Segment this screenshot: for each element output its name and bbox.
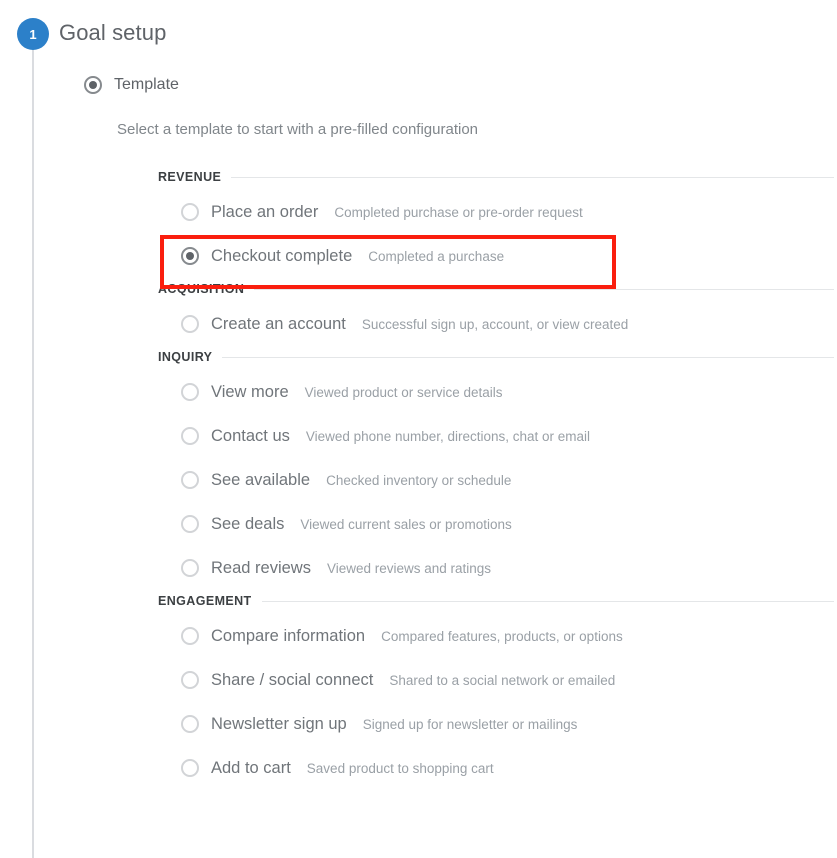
page-title: Goal setup — [59, 20, 167, 45]
template-option-row[interactable]: Checkout complete Completed a purchase — [158, 234, 834, 289]
radio-unchecked-icon[interactable] — [181, 383, 199, 401]
template-option-name: Compare information — [211, 626, 366, 645]
group-options: Compare information Compared features, pr… — [158, 614, 834, 790]
template-option-name: See available — [211, 470, 311, 489]
template-option-name: Share / social connect — [211, 670, 374, 689]
template-group: ENGAGEMENT Compare information Compared fe… — [158, 590, 834, 790]
template-option-description: Checked inventory or schedule — [326, 472, 512, 488]
template-option-name: Create an account — [211, 314, 346, 333]
template-option-name: See deals — [211, 514, 285, 533]
group-header: ENGAGEMENT — [158, 590, 834, 612]
radio-checked-icon[interactable] — [181, 247, 199, 265]
template-option-row[interactable]: View more Viewed product or service detai… — [158, 370, 834, 414]
template-option-row[interactable]: Contact us Viewed phone number, direction… — [158, 414, 834, 458]
template-group: INQUIRY View more Viewed product or servic… — [158, 346, 834, 590]
template-option-name: Place an order — [211, 202, 319, 221]
radio-unchecked-icon[interactable] — [181, 759, 199, 777]
template-group: ACQUISITION Create an account Successful s… — [158, 278, 834, 346]
template-radio-icon[interactable] — [84, 76, 102, 94]
group-divider — [254, 288, 834, 290]
radio-unchecked-icon[interactable] — [181, 715, 199, 733]
radio-unchecked-icon[interactable] — [181, 559, 199, 577]
goal-setup-panel: 1 Goal setup Template Select a template … — [0, 0, 837, 858]
template-radio-label: Template — [114, 76, 179, 93]
group-header: REVENUE — [158, 166, 834, 188]
template-option-description: Compared features, products, or options — [381, 628, 623, 644]
template-option-description: Shared to a social network or emailed — [389, 672, 616, 688]
template-group: REVENUE Place an order Completed purchase … — [158, 166, 834, 289]
radio-unchecked-icon[interactable] — [181, 203, 199, 221]
radio-unchecked-icon[interactable] — [181, 427, 199, 445]
template-option-row[interactable]: Compare information Compared features, pr… — [158, 614, 834, 658]
group-divider — [231, 176, 834, 178]
template-option-name: Newsletter sign up — [211, 714, 347, 733]
step-connector-line — [32, 44, 34, 858]
group-header: INQUIRY — [158, 346, 834, 368]
template-option-row[interactable]: Create an account Successful sign up, acc… — [158, 302, 834, 346]
template-option-name: Read reviews — [211, 558, 311, 577]
template-option-description: Viewed current sales or promotions — [300, 516, 512, 532]
template-option-row[interactable]: Read reviews Viewed reviews and ratings — [158, 546, 834, 590]
template-option-row[interactable]: Share / social connect Shared to a social… — [158, 658, 834, 702]
group-divider — [261, 600, 834, 602]
template-option-name: Contact us — [211, 426, 290, 445]
template-option-name: Add to cart — [211, 758, 291, 777]
template-option-description: Viewed phone number, directions, chat or… — [305, 428, 591, 444]
group-title: ENGAGEMENT — [158, 594, 252, 608]
group-title: ACQUISITION — [158, 282, 245, 296]
template-subtitle: Select a template to start with a pre-fi… — [117, 121, 479, 138]
radio-unchecked-icon[interactable] — [181, 471, 199, 489]
template-radio-row[interactable]: Template — [84, 76, 179, 94]
group-header: ACQUISITION — [158, 278, 834, 300]
template-group-list: REVENUE Place an order Completed purchase … — [158, 166, 834, 790]
template-option-row[interactable]: Place an order Completed purchase or pre-… — [158, 190, 834, 234]
group-title: REVENUE — [158, 170, 222, 184]
group-title: INQUIRY — [158, 350, 213, 364]
template-option-description: Signed up for newsletter or mailings — [362, 716, 578, 732]
template-option-description: Successful sign up, account, or view cre… — [361, 316, 629, 332]
group-options: View more Viewed product or service detai… — [158, 370, 834, 590]
step-number-badge: 1 — [17, 18, 49, 50]
radio-unchecked-icon[interactable] — [181, 315, 199, 333]
template-option-name: Checkout complete — [211, 246, 353, 265]
group-options: Create an account Successful sign up, acc… — [158, 302, 834, 346]
template-option-row[interactable]: See available Checked inventory or schedu… — [158, 458, 834, 502]
template-option-description: Viewed reviews and ratings — [326, 560, 492, 576]
template-option-name: View more — [211, 382, 289, 401]
template-option-row[interactable]: Newsletter sign up Signed up for newslett… — [158, 702, 834, 746]
group-options: Place an order Completed purchase or pre-… — [158, 190, 834, 289]
template-option-description: Viewed product or service details — [304, 384, 503, 400]
template-option-description: Completed purchase or pre-order request — [334, 204, 583, 220]
group-divider — [222, 356, 834, 358]
radio-unchecked-icon[interactable] — [181, 515, 199, 533]
template-option-row[interactable]: See deals Viewed current sales or promoti… — [158, 502, 834, 546]
template-option-description: Completed a purchase — [368, 248, 505, 264]
radio-unchecked-icon[interactable] — [181, 671, 199, 689]
template-option-description: Saved product to shopping cart — [306, 760, 494, 776]
template-option-row[interactable]: Add to cart Saved product to shopping car… — [158, 746, 834, 790]
radio-unchecked-icon[interactable] — [181, 627, 199, 645]
